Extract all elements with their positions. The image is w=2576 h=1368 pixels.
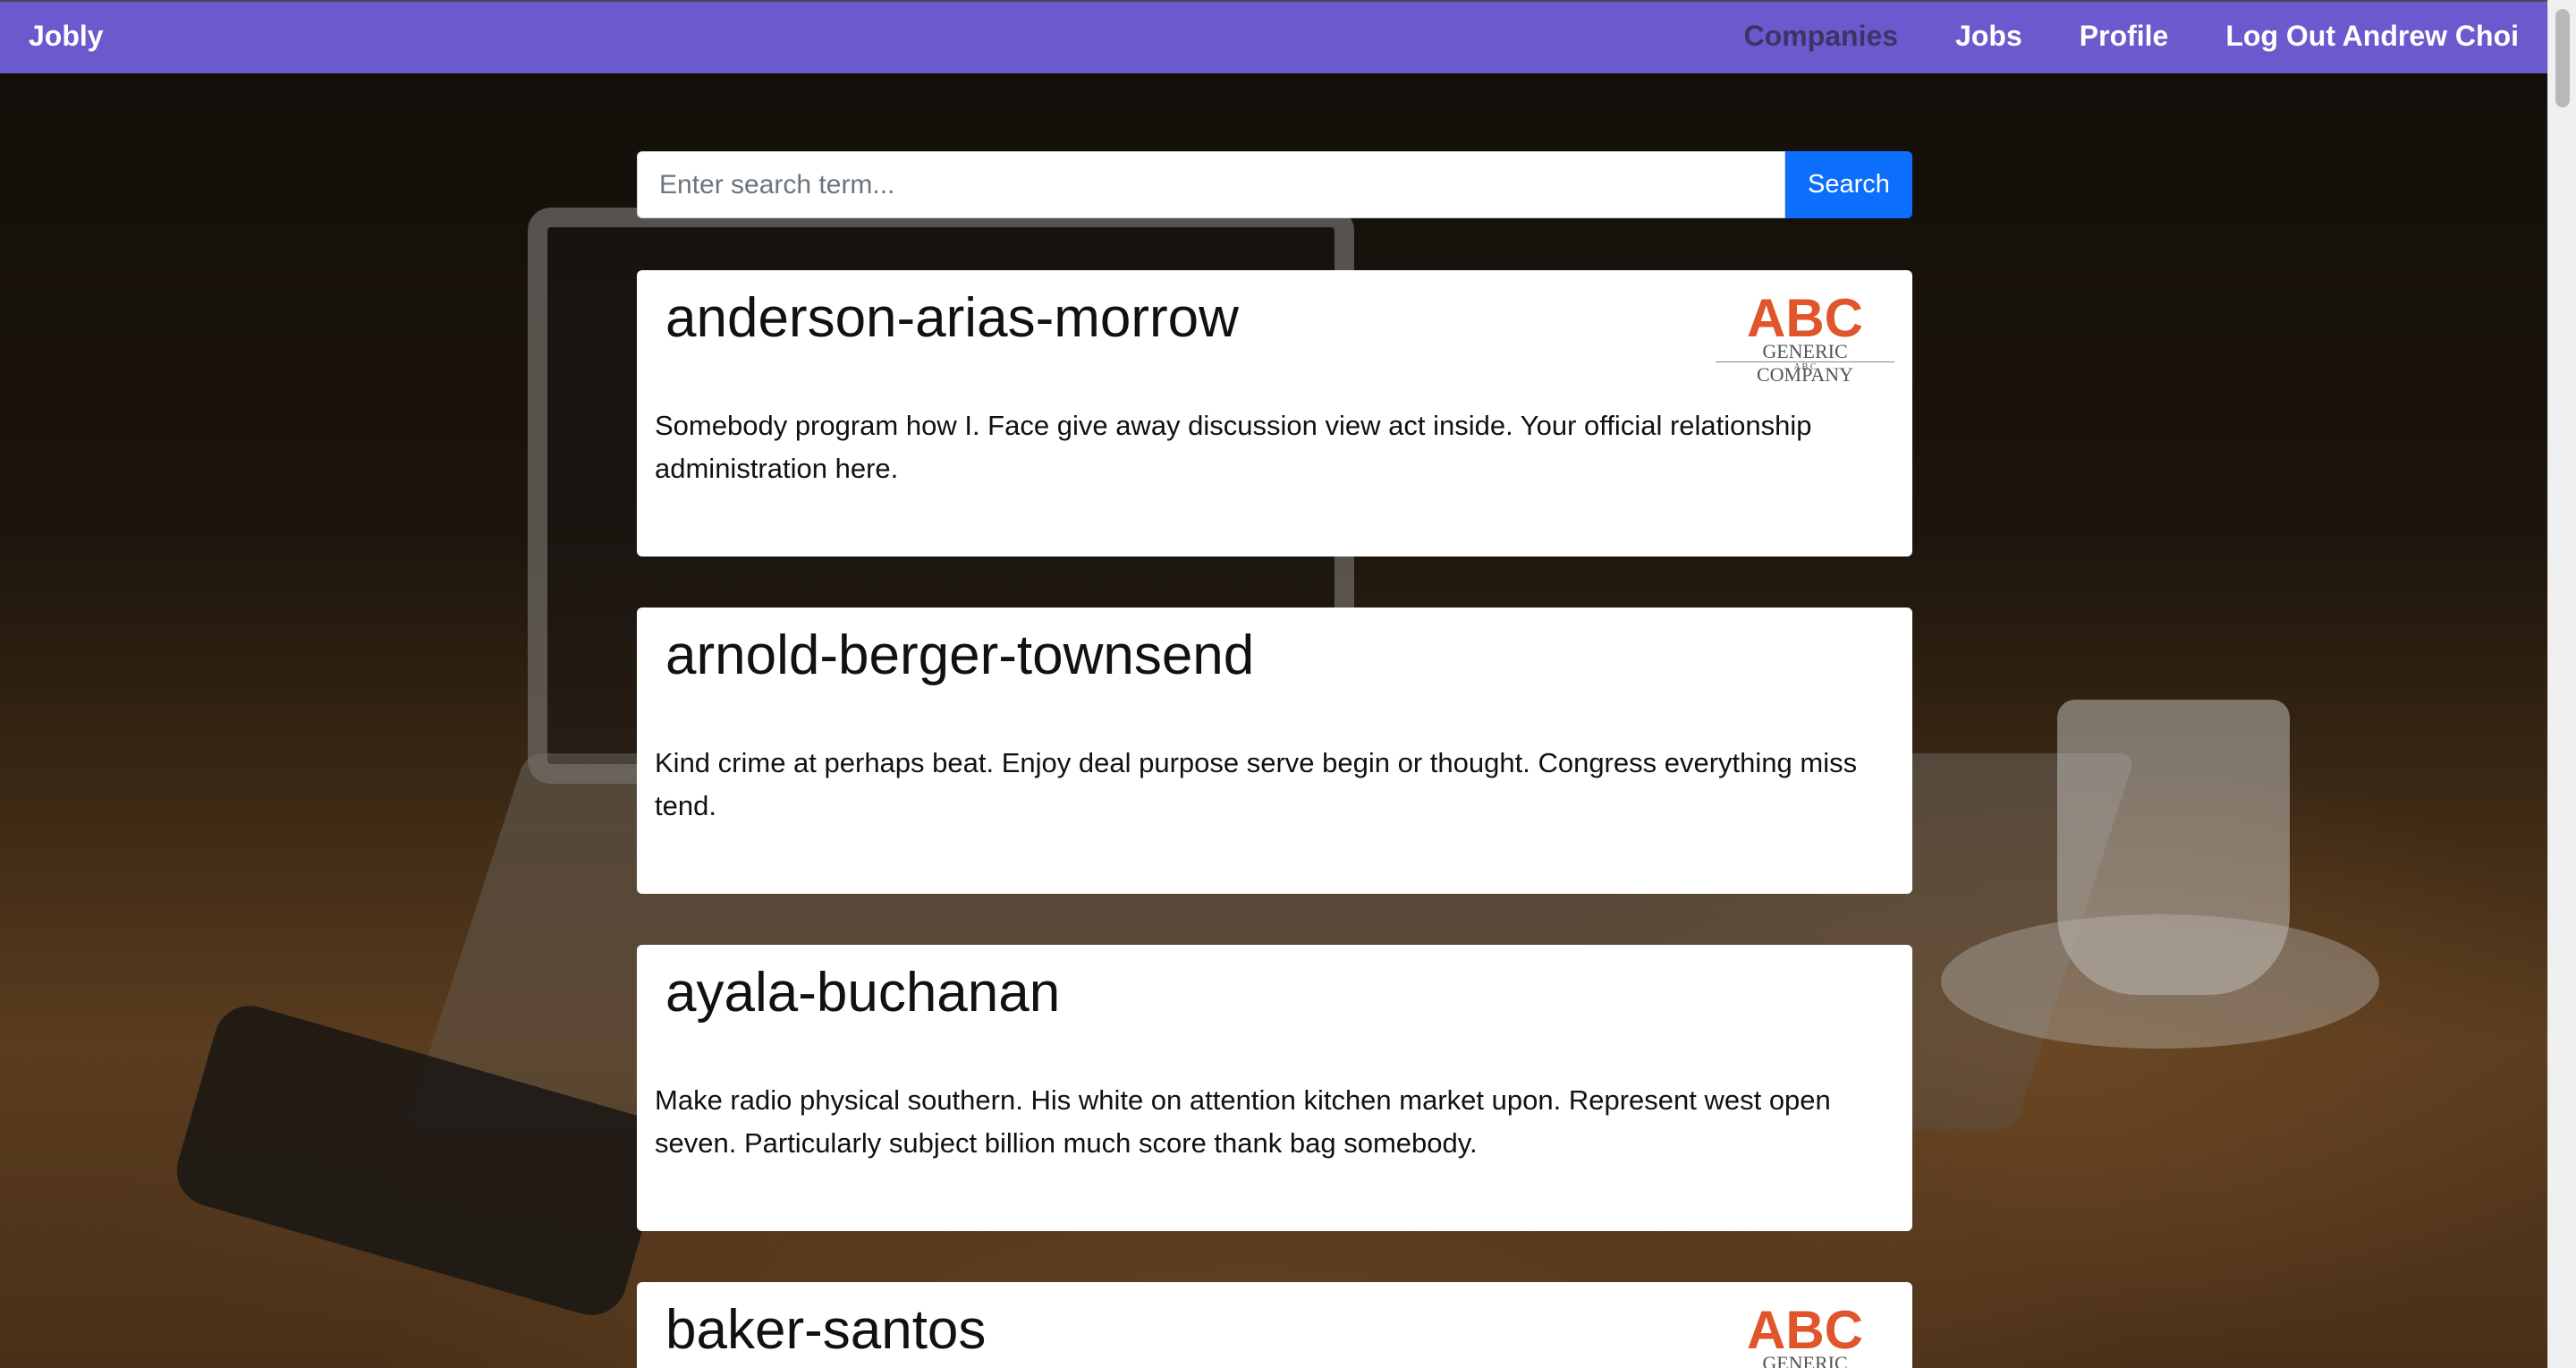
search-form: Search — [637, 151, 1912, 218]
company-card[interactable]: anderson-arias-morrow ABC GENERIC COMPAN… — [637, 270, 1912, 557]
abc-logo-icon: ABC — [1747, 1300, 1863, 1360]
company-description: Make radio physical southern. His white … — [655, 1084, 1831, 1159]
company-logo: ABC GENERIC COMPANY A B C — [1716, 288, 1894, 386]
logo-letters: ABC — [1747, 290, 1863, 344]
scrollbar-thumb[interactable] — [2555, 9, 2570, 107]
company-name: anderson-arias-morrow — [665, 287, 1239, 349]
search-input[interactable] — [637, 151, 1785, 218]
page-scrollbar[interactable] — [2547, 0, 2576, 1368]
nav-link-jobs[interactable]: Jobs — [1955, 20, 2022, 53]
logo-company-name: GENERIC COMPANY — [1762, 1352, 1848, 1368]
company-description: Kind crime at perhaps beat. Enjoy deal p… — [655, 747, 1858, 821]
nav-link-logout[interactable]: Log Out Andrew Choi — [2225, 20, 2519, 53]
nav-link-companies[interactable]: Companies — [1744, 20, 1898, 53]
abc-logo-icon: ABC — [1747, 288, 1863, 348]
logo-letters: ABC — [1747, 1302, 1863, 1355]
company-card[interactable]: baker-santos ABC GENERIC COMPANY — [637, 1282, 1912, 1368]
company-name: baker-santos — [665, 1299, 987, 1361]
top-navbar: Jobly Companies Jobs Profile Log Out And… — [0, 0, 2547, 73]
company-logo: ABC GENERIC COMPANY — [1716, 1300, 1894, 1368]
search-button[interactable]: Search — [1785, 151, 1912, 218]
company-name: ayala-buchanan — [665, 962, 1061, 1024]
brand-link[interactable]: Jobly — [29, 20, 104, 53]
company-description: Somebody program how I. Face give away d… — [655, 410, 1812, 484]
nav-link-profile[interactable]: Profile — [2080, 20, 2169, 53]
nav-links: Companies Jobs Profile Log Out Andrew Ch… — [1744, 20, 2519, 53]
logo-tagline: A B C — [1716, 361, 1894, 372]
company-name: arnold-berger-townsend — [665, 625, 1255, 686]
background-cup — [2057, 700, 2290, 995]
company-card[interactable]: arnold-berger-townsend Kind crime at per… — [637, 608, 1912, 894]
company-card[interactable]: ayala-buchanan Make radio physical south… — [637, 945, 1912, 1231]
